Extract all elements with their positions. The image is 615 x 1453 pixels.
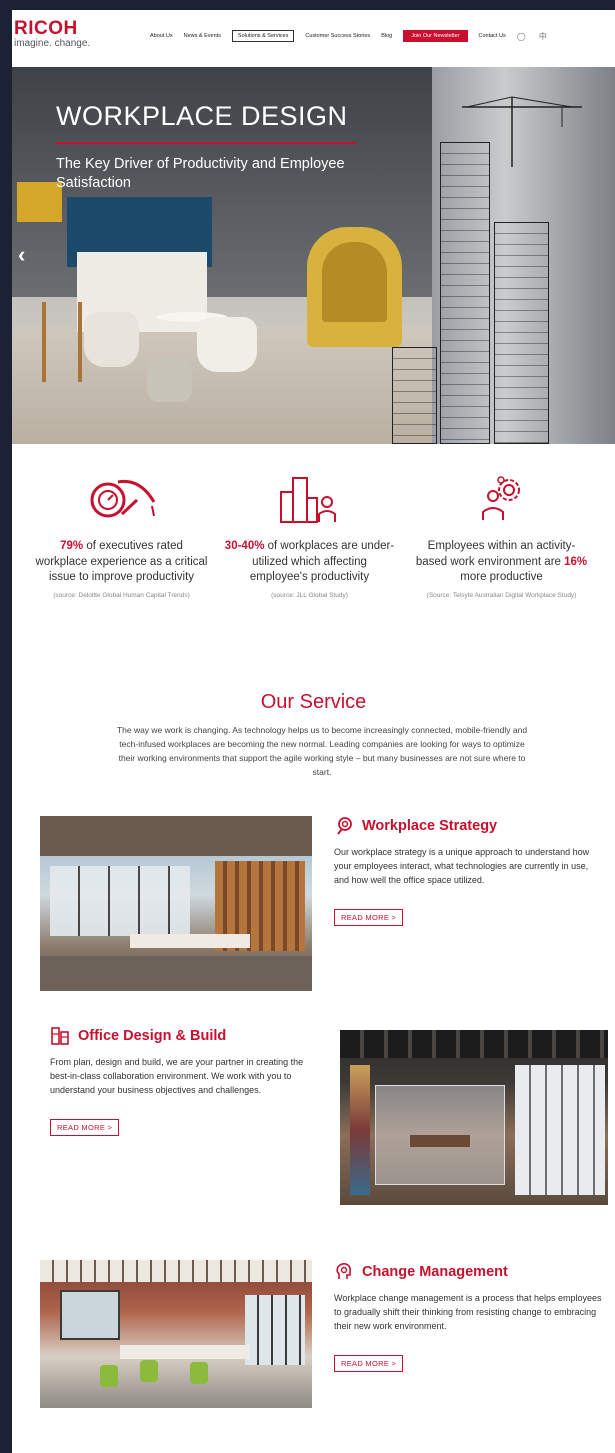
change-management-heading: Change Management (334, 1262, 604, 1282)
speedometer-icon (90, 479, 155, 518)
change-management-image (40, 1260, 312, 1408)
building-person-icon (279, 477, 336, 523)
workplace-strategy-heading: Workplace Strategy (334, 816, 604, 836)
stat-item: 30-40% of workplaces are under-utilized … (222, 469, 397, 600)
office-design-heading: Office Design & Build (50, 1026, 320, 1046)
office-design-block: Office Design & Build From plan, design … (50, 1026, 320, 1136)
stat-text: 79% of executives rated workplace experi… (34, 539, 209, 586)
page: RICOH imagine. change. About Us News & E… (12, 10, 615, 1453)
stat-item: Employees within an activity-based work … (414, 469, 589, 600)
logo-tagline: imagine. change. (14, 38, 91, 49)
hero-subtitle: The Key Driver of Productivity and Emplo… (56, 156, 345, 191)
nav-contact-us[interactable]: Contact Us (479, 33, 506, 39)
service-intro: The way we work is changing. As technolo… (116, 725, 528, 777)
main-nav: About Us News & Events Solutions & Servi… (150, 30, 569, 42)
crane-sketch-icon (462, 96, 582, 167)
logo-wordmark: RICOH (14, 18, 78, 39)
newsletter-button[interactable]: Join Our Newsletter (403, 30, 468, 42)
head-gear-icon (336, 1263, 351, 1279)
hero-photo-stool (42, 302, 82, 382)
office-design-title: Office Design & Build (78, 1028, 227, 1044)
office-design-image (340, 1030, 608, 1205)
stat-source: (source: Deloitte Global Human Capital T… (53, 591, 190, 599)
stat-source: (source: JLL Global Study) (271, 591, 348, 599)
stats-section: 79% of executives rated workplace experi… (12, 444, 615, 694)
workplace-strategy-block: Workplace Strategy Our workplace strateg… (334, 816, 604, 926)
hero-photo-chair (84, 312, 139, 367)
stat-highlight: 16% (564, 555, 588, 568)
change-management-title: Change Management (362, 1264, 508, 1280)
office-design-read-more[interactable]: READ MORE > (50, 1119, 120, 1136)
stat-highlight: 30-40% (224, 540, 265, 552)
workplace-strategy-body: Our workplace strategy is a unique appro… (334, 847, 590, 885)
hero-photo-chair (197, 317, 257, 372)
stat-text: 30-40% of workplaces are under-utilized … (222, 539, 397, 586)
language-label: 中 (538, 31, 547, 41)
hero-sketch-building (494, 222, 549, 444)
globe-icon: ◯ (516, 31, 526, 41)
carousel-prev-button[interactable]: ‹ (18, 242, 25, 268)
change-management-body: Workplace change management is a process… (334, 1293, 602, 1331)
blueprint-icon (51, 1027, 69, 1045)
nav-blog[interactable]: Blog (381, 33, 392, 39)
hero-title-underline (56, 142, 356, 144)
workplace-strategy-image (40, 816, 312, 991)
change-management-block: Change Management Workplace change manag… (334, 1262, 604, 1372)
stat-highlight: 79% (60, 540, 84, 552)
nav-customer-success[interactable]: Customer Success Stories (305, 33, 370, 39)
stat-description-before: Employees within an activity-based work … (415, 540, 576, 568)
nav-news-events[interactable]: News & Events (184, 33, 221, 39)
stat-description: of workplaces are under-utilized which a… (249, 540, 395, 583)
workplace-strategy-title: Workplace Strategy (362, 818, 498, 834)
stat-description: more productive (460, 571, 543, 583)
hero-photo-pod-inner (322, 242, 387, 322)
site-header: RICOH imagine. change. About Us News & E… (12, 10, 615, 67)
lightbulb-gear-icon (337, 817, 352, 835)
change-management-read-more[interactable]: READ MORE > (334, 1355, 404, 1372)
nav-solutions-services[interactable]: Solutions & Services (231, 30, 295, 42)
nav-about-us[interactable]: About Us (150, 33, 173, 39)
workplace-strategy-read-more[interactable]: READ MORE > (334, 909, 404, 926)
language-switch[interactable]: ◯ 中 (517, 31, 558, 42)
gear-people-icon (481, 476, 520, 520)
hero-sketch-building (392, 347, 437, 444)
office-design-body: From plan, design and build, we are your… (50, 1057, 304, 1095)
hero-photo-chair (147, 357, 192, 402)
stat-item: 79% of executives rated workplace experi… (34, 469, 209, 600)
hero-sketch-building (440, 142, 490, 444)
ricoh-logo[interactable]: RICOH imagine. change. (14, 18, 91, 50)
stat-text: Employees within an activity-based work … (414, 539, 589, 586)
hero-title: WORKPLACE DESIGN (56, 101, 348, 131)
section-title-our-service: Our Service (260, 691, 367, 713)
hero-banner: ‹ WORKPLACE DESIGN The Key Driver of Pro… (12, 67, 615, 444)
stat-source: (Source: Telsyte Australian Digital Work… (426, 591, 577, 599)
